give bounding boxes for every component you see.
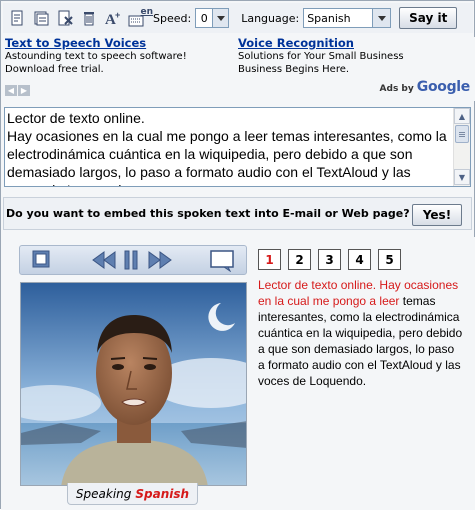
- page-selector: 1 2 3 4 5: [258, 249, 401, 270]
- ads-panel: Text to Speech Voices Astounding text to…: [1, 37, 475, 101]
- speed-label: Speed:: [153, 11, 192, 25]
- ad-line: Solutions for Your Small Business: [238, 51, 404, 62]
- new-document-icon[interactable]: [7, 8, 27, 28]
- embed-bar: Do you want to embed this spoken text in…: [3, 197, 472, 230]
- page-button[interactable]: 4: [348, 249, 371, 270]
- delete-icon[interactable]: [79, 8, 99, 28]
- arrow-right-icon[interactable]: ▶: [18, 85, 30, 96]
- pause-icon[interactable]: [124, 250, 138, 270]
- page-button[interactable]: 2: [288, 249, 311, 270]
- scroll-up-icon[interactable]: ▲: [454, 108, 470, 124]
- language-select[interactable]: Spanish: [303, 8, 374, 28]
- remaining-text: temas interesantes, como la electrodinám…: [258, 294, 463, 388]
- avatar-view: [20, 282, 247, 486]
- dictionary-icon[interactable]: en: [127, 7, 153, 28]
- text-input-area[interactable]: Lector de texto online. Hay ocasiones en…: [4, 107, 471, 187]
- font-size-icon[interactable]: A +: [103, 8, 123, 28]
- reading-text: Lector de texto online. Hay ocasiones en…: [258, 277, 463, 389]
- ads-nav: ◀ ▶: [5, 85, 30, 96]
- ad-line: Business Begins Here.: [238, 64, 350, 75]
- ad-title[interactable]: Text to Speech Voices: [5, 37, 235, 50]
- fast-forward-icon[interactable]: [148, 250, 172, 270]
- chevron-down-icon[interactable]: [213, 8, 230, 28]
- arrow-left-icon[interactable]: ◀: [5, 85, 17, 96]
- ad-title[interactable]: Voice Recognition: [238, 37, 468, 50]
- scroll-down-icon[interactable]: ▼: [454, 169, 470, 185]
- speaking-language: Spanish: [135, 486, 190, 501]
- google-logo: Google: [416, 79, 471, 95]
- speed-select[interactable]: 0: [195, 8, 214, 28]
- language-label: Language:: [241, 11, 300, 25]
- ad-item[interactable]: Voice Recognition Solutions for Your Sma…: [238, 37, 468, 76]
- svg-text:+: +: [115, 10, 120, 20]
- dictionary-badge: en: [140, 7, 153, 17]
- toolbar: A + en Speed: 0 Language: Spanish Say it: [3, 3, 473, 33]
- scroll-thumb[interactable]: [455, 125, 469, 143]
- text-input[interactable]: Lector de texto online. Hay ocasiones en…: [7, 109, 451, 186]
- rewind-icon[interactable]: [92, 250, 116, 270]
- page-button[interactable]: 3: [318, 249, 341, 270]
- speaking-label: Speaking: [75, 486, 132, 501]
- app-frame: A + en Speed: 0 Language: Spanish Say it …: [0, 0, 475, 510]
- page-button[interactable]: 5: [378, 249, 401, 270]
- speaking-indicator: Speaking Spanish: [67, 483, 198, 505]
- ad-line: Download free trial.: [5, 64, 104, 75]
- speech-bubble-icon[interactable]: [210, 250, 234, 272]
- say-it-button[interactable]: Say it: [399, 7, 458, 29]
- yes-button[interactable]: Yes!: [412, 204, 462, 226]
- ads-by-label: Ads by: [379, 84, 414, 94]
- vertical-scrollbar[interactable]: ▲ ▼: [453, 108, 470, 186]
- page-button[interactable]: 1: [258, 249, 281, 270]
- player-controls: [19, 245, 247, 275]
- stop-icon[interactable]: [32, 250, 50, 268]
- embed-question: Do you want to embed this spoken text in…: [6, 207, 410, 220]
- player-panel: 1 2 3 4 5 Speaking Spanish Lector de tex…: [1, 237, 475, 510]
- open-file-icon[interactable]: [31, 8, 51, 28]
- ad-item[interactable]: Text to Speech Voices Astounding text to…: [5, 37, 235, 76]
- clear-text-icon[interactable]: [55, 8, 75, 28]
- chevron-down-icon[interactable]: [373, 8, 392, 28]
- ad-line: Astounding text to speech software!: [5, 51, 187, 62]
- ads-by-google[interactable]: Ads by Google: [379, 79, 471, 95]
- avatar-image: [21, 283, 246, 485]
